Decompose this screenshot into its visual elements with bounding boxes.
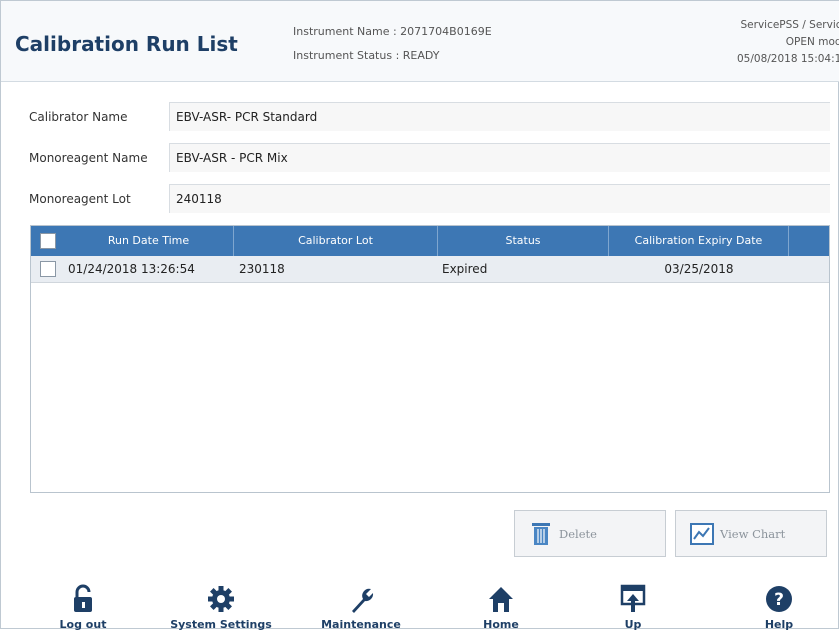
- instrument-status: Instrument Status : READY: [293, 49, 440, 62]
- calibration-run-table: Run Date Time Calibrator Lot Status Cali…: [30, 225, 830, 493]
- nav-up[interactable]: Up: [573, 584, 693, 631]
- page-title: Calibration Run List: [15, 32, 238, 56]
- run-date-time-cell: 01/24/2018 13:26:54: [68, 262, 195, 276]
- field-value: 240118: [176, 192, 222, 206]
- user-label: ServicePSS / Service: [740, 19, 839, 31]
- table-header: Run Date Time Calibrator Lot Status Cali…: [31, 226, 829, 256]
- nav-label: Maintenance: [321, 618, 401, 631]
- select-all-checkbox[interactable]: [40, 233, 56, 249]
- nav-label: Log out: [59, 618, 107, 631]
- svg-text:?: ?: [774, 590, 784, 610]
- delete-label: Delete: [559, 527, 597, 541]
- help-icon: ?: [766, 586, 792, 612]
- nav-label: Home: [483, 618, 519, 631]
- nav-home[interactable]: Home: [441, 584, 561, 631]
- app-window: Calibration Run List Instrument Name : 2…: [0, 0, 839, 631]
- status-cell: Expired: [442, 262, 488, 276]
- instrument-name: Instrument Name : 2071704B0169E: [293, 25, 492, 38]
- header-bar: Calibration Run List Instrument Name : 2…: [1, 1, 839, 82]
- view-chart-button[interactable]: View Chart: [675, 510, 827, 557]
- delete-button[interactable]: Delete: [514, 510, 666, 557]
- row-checkbox[interactable]: [40, 261, 56, 277]
- view-chart-label: View Chart: [720, 527, 786, 541]
- field-label: Monoreagent Lot: [29, 192, 131, 206]
- nav-log-out[interactable]: Log out: [23, 584, 143, 631]
- wrench-icon: [352, 588, 374, 613]
- trash-icon: [532, 523, 550, 545]
- mode-label: OPEN mode: [785, 36, 839, 48]
- monoreagent-name-field: EBV-ASR - PCR Mix: [169, 143, 830, 172]
- table-row[interactable]: 01/24/2018 13:26:54 230118 Expired 03/25…: [31, 256, 829, 283]
- nav-label: Up: [624, 618, 642, 631]
- nav-label: System Settings: [170, 618, 272, 631]
- column-header-run-date-time[interactable]: Run Date Time: [64, 226, 234, 256]
- unlock-icon: [74, 584, 92, 612]
- session-info: ServicePSS / Service OPEN mode 05/08/201…: [729, 17, 839, 68]
- monoreagent-lot-field: 240118: [169, 184, 830, 213]
- calibrator-name-field: EBV-ASR- PCR Standard: [169, 102, 830, 131]
- field-label: Monoreagent Name: [29, 151, 148, 165]
- home-icon: [489, 587, 513, 612]
- line-chart-icon: [690, 523, 714, 545]
- column-header-expiry-date[interactable]: Calibration Expiry Date: [609, 226, 789, 256]
- nav-system-settings[interactable]: System Settings: [161, 584, 281, 631]
- datetime-label: 05/08/2018 15:04:14: [736, 53, 839, 65]
- expiry-date-cell: 03/25/2018: [664, 262, 734, 276]
- field-value: EBV-ASR- PCR Standard: [176, 110, 318, 124]
- nav-maintenance[interactable]: Maintenance: [301, 584, 421, 631]
- nav-help[interactable]: ? Help: [719, 584, 839, 631]
- gear-icon: [208, 586, 234, 612]
- column-header-calibrator-lot[interactable]: Calibrator Lot: [234, 226, 438, 256]
- nav-label: Help: [764, 618, 794, 631]
- column-header-status[interactable]: Status: [438, 226, 609, 256]
- field-label: Calibrator Name: [29, 110, 128, 124]
- calibrator-lot-cell: 230118: [239, 262, 285, 276]
- field-value: EBV-ASR - PCR Mix: [176, 151, 288, 165]
- up-arrow-icon: [620, 584, 646, 612]
